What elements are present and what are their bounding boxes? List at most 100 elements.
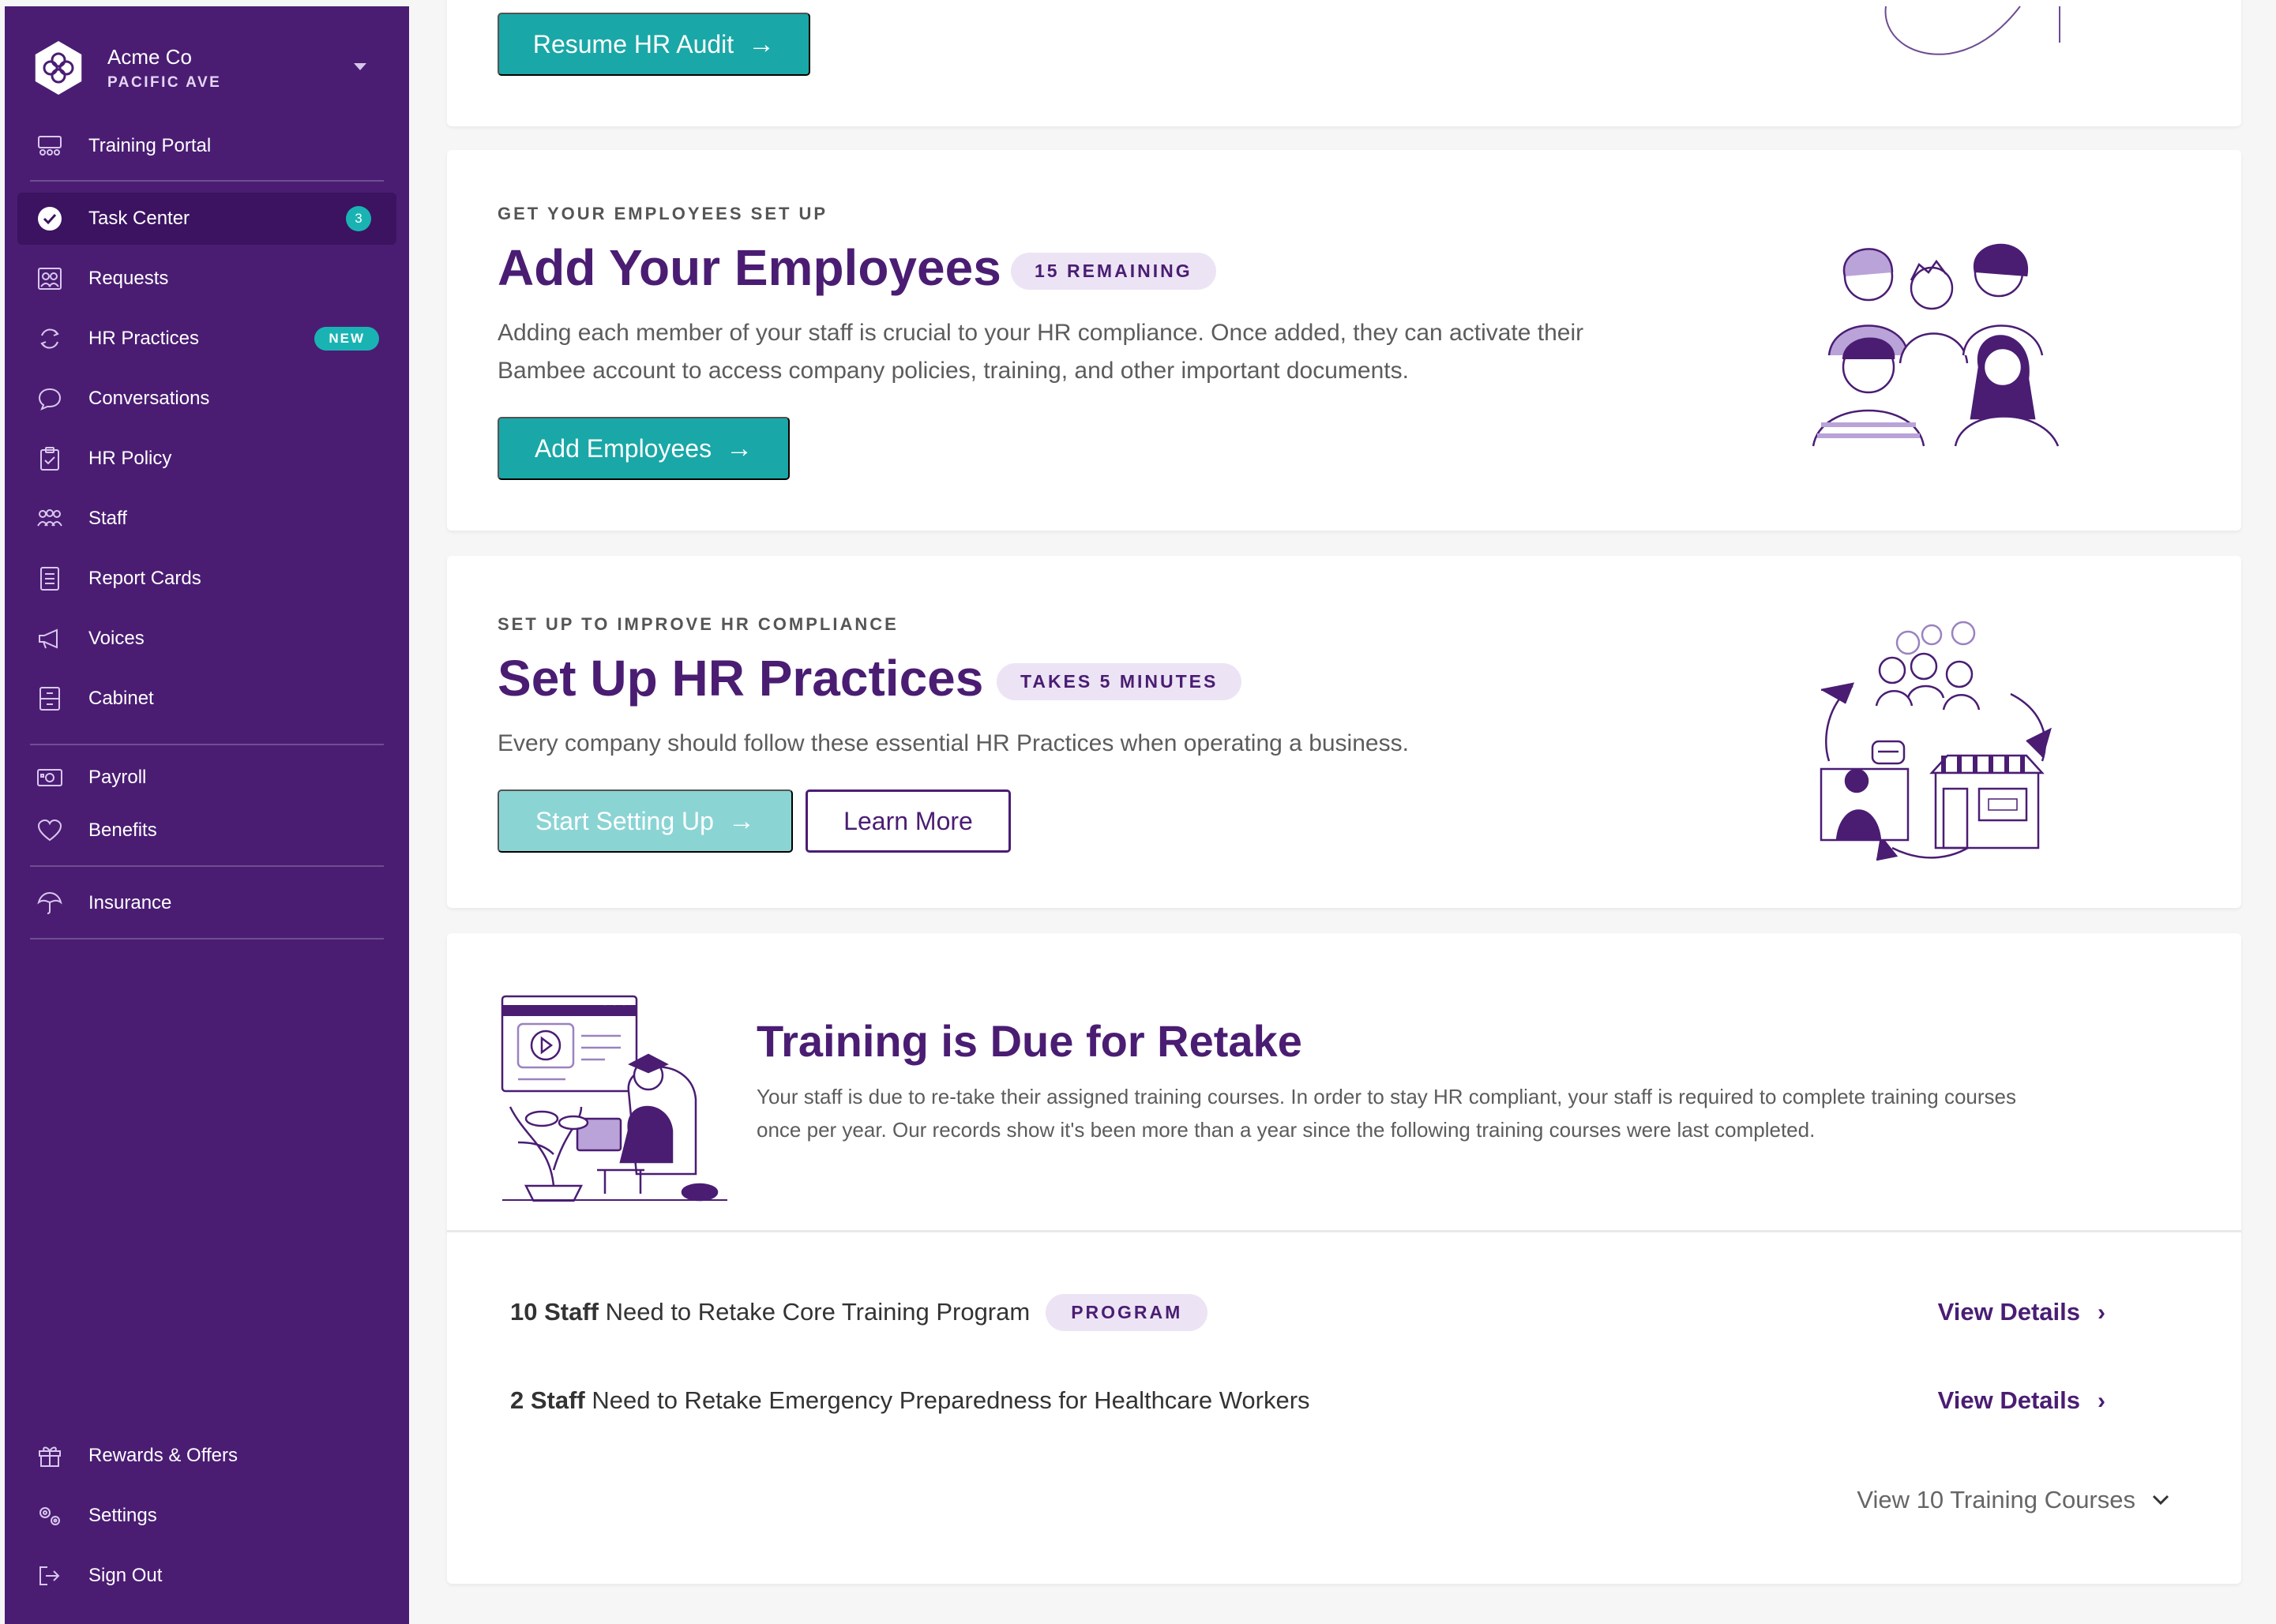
- training-retake-card: Training is Due for Retake Your staff is…: [447, 933, 2241, 1584]
- sidebar-item-staff[interactable]: Staff: [17, 493, 396, 545]
- gift-icon: [35, 1441, 65, 1471]
- arrow-right-icon: →: [727, 805, 755, 836]
- program-pill: PROGRAM: [1046, 1293, 1208, 1331]
- audit-illustration: [1884, 6, 2060, 55]
- sidebar-item-rewards-offers[interactable]: Rewards & Offers: [17, 1430, 396, 1482]
- company-name: Acme Co: [107, 44, 192, 69]
- sidebar-item-label: Requests: [88, 268, 169, 289]
- view-details-link[interactable]: View Details ›: [1938, 1386, 2105, 1415]
- umbrella-icon: [35, 888, 65, 918]
- company-location: PACIFIC AVE: [107, 73, 222, 91]
- card-eyebrow: SET UP TO IMPROVE HR COMPLIANCE: [498, 614, 899, 634]
- staff-count: 10 Staff: [510, 1298, 599, 1326]
- sidebar-item-sign-out[interactable]: Sign Out: [17, 1550, 396, 1602]
- hr-practices-illustration: [1820, 621, 2052, 861]
- sidebar-item-label: Report Cards: [88, 568, 201, 589]
- gear-icon: [35, 1501, 65, 1531]
- hr-practices-card: SET UP TO IMPROVE HR COMPLIANCE Set Up H…: [447, 556, 2241, 908]
- sidebar-item-label: Voices: [88, 628, 145, 649]
- training-portal-icon: [35, 131, 65, 161]
- sidebar-item-requests[interactable]: Requests: [17, 253, 396, 305]
- card-description-line-2: once per year. Our records show it's bee…: [757, 1118, 1816, 1142]
- sidebar-item-benefits[interactable]: Benefits: [17, 804, 396, 857]
- retake-row-core-training: 10 Staff Need to Retake Core Training Pr…: [510, 1288, 2208, 1336]
- card-description-line-2: Bambee account to access company policie…: [498, 358, 1409, 384]
- add-employees-button[interactable]: Add Employees →: [498, 417, 790, 480]
- sidebar-item-hr-policy[interactable]: HR Policy: [17, 433, 396, 485]
- cabinet-icon: [35, 684, 65, 714]
- sidebar-item-label: Training Portal: [88, 135, 212, 156]
- sidebar-item-payroll[interactable]: Payroll: [17, 752, 396, 804]
- start-setting-up-button[interactable]: Start Setting Up →: [498, 789, 793, 853]
- view-all-courses-toggle[interactable]: View 10 Training Courses: [1857, 1486, 2170, 1514]
- duration-pill: TAKES 5 MINUTES: [997, 663, 1242, 700]
- people-group-icon: [35, 504, 65, 534]
- employees-illustration: [1812, 243, 2060, 447]
- card-divider: [447, 1230, 2241, 1232]
- sidebar-divider: [30, 865, 384, 867]
- link-label: View Details: [1937, 1298, 2080, 1326]
- sidebar-item-label: Settings: [88, 1505, 157, 1526]
- sidebar-item-label: Cabinet: [88, 688, 154, 709]
- sidebar-item-label: HR Policy: [88, 448, 172, 469]
- resume-hr-audit-button[interactable]: Resume HR Audit →: [498, 13, 810, 76]
- sidebar-divider: [30, 180, 384, 182]
- sidebar-divider: [30, 938, 384, 940]
- card-description-line-1: Adding each member of your staff is cruc…: [498, 320, 1584, 346]
- card-title: Add Your Employees: [498, 239, 1001, 296]
- company-switcher[interactable]: Acme Co PACIFIC AVE: [32, 36, 395, 99]
- sidebar-item-conversations[interactable]: Conversations: [17, 373, 396, 425]
- card-title: Training is Due for Retake: [757, 1016, 1302, 1066]
- sidebar-item-training-portal[interactable]: Training Portal: [17, 120, 396, 172]
- arrow-right-icon: →: [726, 433, 753, 463]
- sidebar-item-settings[interactable]: Settings: [17, 1490, 396, 1542]
- sidebar-item-label: Rewards & Offers: [88, 1445, 238, 1466]
- new-badge: NEW: [314, 327, 379, 351]
- heart-icon: [35, 816, 65, 846]
- check-circle-icon: [35, 204, 65, 234]
- chevron-right-icon: ›: [2098, 1388, 2105, 1414]
- sidebar-item-label: Insurance: [88, 892, 172, 913]
- requests-icon: [35, 264, 65, 294]
- sidebar-item-label: Conversations: [88, 388, 210, 409]
- payroll-icon: [35, 763, 65, 793]
- retake-row-emergency-preparedness: 2 Staff Need to Retake Emergency Prepare…: [510, 1377, 2208, 1424]
- button-label: Add Employees: [534, 433, 712, 463]
- retake-text: Need to Retake Core Training Program: [598, 1298, 1031, 1326]
- learn-more-button[interactable]: Learn More: [806, 789, 1011, 853]
- button-label: Learn More: [843, 806, 973, 835]
- card-description-line-1: Your staff is due to re-take their assig…: [757, 1085, 2016, 1108]
- chat-bubble-icon: [35, 384, 65, 414]
- sidebar-item-label: Sign Out: [88, 1565, 163, 1586]
- chevron-down-icon[interactable]: [354, 63, 366, 70]
- sign-out-icon: [35, 1561, 65, 1591]
- sidebar-item-hr-practices[interactable]: HR Practices NEW: [17, 313, 396, 365]
- sidebar-item-cabinet[interactable]: Cabinet: [17, 673, 396, 725]
- toggle-label: View 10 Training Courses: [1857, 1486, 2135, 1513]
- report-card-icon: [35, 564, 65, 594]
- card-eyebrow: GET YOUR EMPLOYEES SET UP: [498, 204, 828, 223]
- hr-audit-card: Resume HR Audit →: [447, 0, 2241, 126]
- refresh-cycle-icon: [35, 324, 65, 354]
- chevron-right-icon: ›: [2098, 1300, 2105, 1326]
- arrow-right-icon: →: [748, 28, 776, 59]
- sidebar-divider: [30, 744, 384, 745]
- card-title: Set Up HR Practices: [498, 650, 984, 707]
- link-label: View Details: [1937, 1386, 2080, 1414]
- sidebar: Acme Co PACIFIC AVE Training Portal Task…: [5, 6, 409, 1624]
- sidebar-item-label: Payroll: [88, 767, 147, 788]
- sidebar-item-insurance[interactable]: Insurance: [17, 877, 396, 929]
- button-label: Start Setting Up: [535, 806, 714, 835]
- company-logo-icon: [35, 41, 82, 95]
- sidebar-item-voices[interactable]: Voices: [17, 613, 396, 665]
- sidebar-item-label: HR Practices: [88, 328, 200, 349]
- chevron-down-icon: [2152, 1495, 2169, 1506]
- sidebar-item-report-cards[interactable]: Report Cards: [17, 553, 396, 605]
- view-details-link[interactable]: View Details ›: [1938, 1298, 2105, 1326]
- add-employees-card: GET YOUR EMPLOYEES SET UP Add Your Emplo…: [447, 150, 2241, 531]
- card-description: Every company should follow these essent…: [498, 730, 1409, 756]
- megaphone-icon: [35, 624, 65, 654]
- task-count-badge: 3: [346, 206, 371, 231]
- clipboard-check-icon: [35, 444, 65, 474]
- sidebar-item-task-center[interactable]: Task Center 3: [17, 193, 396, 245]
